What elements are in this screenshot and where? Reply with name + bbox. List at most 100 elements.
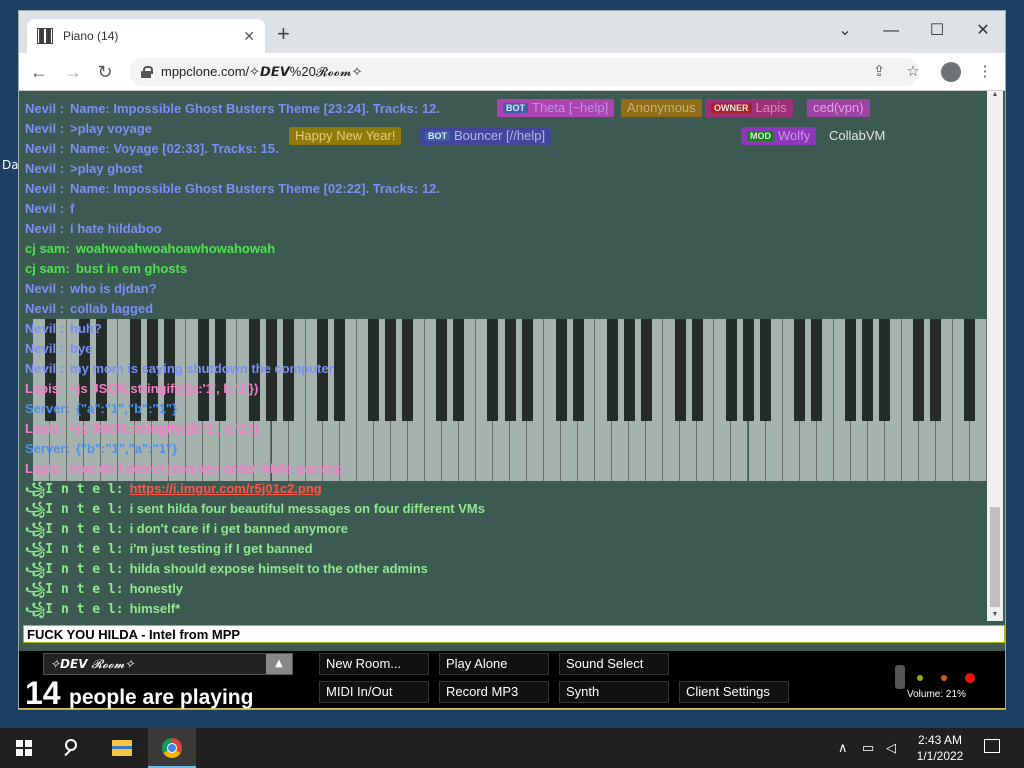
status-led-icon [965, 673, 975, 683]
chat-message: Nevil : collab lagged [25, 299, 985, 319]
address-bar[interactable]: mppclone.com/✧𝘿𝙀𝙑%20𝓡𝓸𝓸𝓶✧ [129, 58, 919, 86]
new-room-button[interactable]: New Room... [319, 653, 429, 675]
room-select[interactable]: ✧𝘿𝙀𝙑 𝓡𝓸𝓸𝓶✧ ▲ [43, 653, 293, 675]
chat-author: Nevil : [25, 321, 65, 336]
chat-author: Nevil : [25, 101, 65, 116]
chat-text: how do I detect json key order while par… [69, 461, 344, 476]
url-text: mppclone.com/✧𝘿𝙀𝙑%20𝓡𝓸𝓸𝓶✧ [161, 64, 363, 79]
chrome-icon[interactable] [148, 728, 196, 768]
room-select-arrow-icon[interactable]: ▲ [266, 654, 292, 674]
sound-select-button[interactable]: Sound Select [559, 653, 669, 675]
status-led-icon [917, 675, 923, 681]
bookmark-star-icon[interactable]: ☆ [903, 62, 923, 82]
chat-message: Nevil : who is djdan? [25, 279, 985, 299]
chat-message: ꧁I n t e l: i sent hilda four beautiful m… [25, 499, 985, 519]
chat-author: Lapis: [25, 421, 64, 436]
chat-message: ꧁I n t e l: i don't care if i get banned … [25, 519, 985, 539]
chat-text: >play voyage [70, 121, 153, 136]
chat-scrollbar[interactable]: ▲ ▼ [987, 91, 1003, 621]
chat-author: Nevil : [25, 341, 65, 356]
chat-author: Nevil : [25, 281, 65, 296]
chat-text: collab lagged [70, 301, 154, 316]
chat-text: hilda should expose himselt to the other… [129, 561, 428, 576]
tray-chevron-icon[interactable]: ∧ [838, 740, 848, 756]
play-alone-button[interactable]: Play Alone [439, 653, 549, 675]
scroll-thumb[interactable] [990, 507, 1000, 607]
chat-message: Nevil : >play voyage [25, 119, 985, 139]
chat-message: Nevil : my mom is saying shutdown the com… [25, 359, 985, 379]
network-icon[interactable]: ▭ [862, 740, 874, 756]
lock-icon [141, 66, 153, 78]
client-settings-button[interactable]: Client Settings [679, 681, 789, 703]
tab-close-icon[interactable]: ✕ [243, 28, 255, 45]
clock-time: 2:43 AM [917, 733, 963, 747]
chat-message: Nevil : i hate hildaboo [25, 219, 985, 239]
share-icon[interactable]: ⇪ [869, 62, 889, 82]
chat-message: Lapis: ~js JSON.stringify({a:'1', b:'1'}) [25, 379, 985, 399]
synth-button[interactable]: Synth [559, 681, 669, 703]
clock[interactable]: 2:43 AM 1/1/2022 [912, 732, 968, 764]
chat-author: Server: [25, 441, 70, 456]
chat-message: Nevil : bye [25, 339, 985, 359]
chat-text: Name: Impossible Ghost Busters Theme [23… [70, 101, 440, 116]
chat-author: Nevil : [25, 221, 65, 236]
new-tab-button[interactable]: + [277, 23, 290, 45]
desktop-icon-label: Da [2, 158, 19, 172]
windows-start-icon[interactable] [16, 740, 32, 756]
room-name: ✧𝘿𝙀𝙑 𝓡𝓸𝓸𝓶✧ [50, 657, 135, 671]
chat-text: my mom is saying shutdown the computer [70, 361, 334, 376]
search-icon[interactable] [48, 728, 96, 768]
browser-toolbar: ← → ↻ mppclone.com/✧𝘿𝙀𝙑%20𝓡𝓸𝓸𝓶✧ ⇪ ☆ ⋮ [19, 53, 1005, 91]
scroll-down-arrow-icon[interactable]: ▼ [987, 611, 1003, 618]
scroll-up-arrow-icon[interactable]: ▲ [987, 91, 1003, 98]
chat-text: f [70, 201, 75, 216]
chat-text: huh? [70, 321, 102, 336]
chat-author: ꧁I n t e l: [25, 562, 124, 577]
chat-author: Nevil : [25, 361, 65, 376]
back-button[interactable]: ← [27, 60, 51, 84]
maximize-button[interactable]: ☐ [917, 17, 957, 45]
notification-icon[interactable] [984, 739, 1000, 753]
clock-date: 1/1/2022 [916, 749, 964, 763]
volume-label: Volume: 21% [907, 689, 966, 700]
title-bar: Piano (14) ✕ + ⌄ — ☐ ✕ [19, 11, 1005, 53]
chat-text: i hate hildaboo [70, 221, 162, 236]
forward-button[interactable]: → [61, 60, 85, 84]
taskbar: ∧ ▭ ◁ 2:43 AM 1/1/2022 [0, 728, 1024, 768]
chat-author: Nevil : [25, 121, 65, 136]
chat-message: Nevil : Name: Voyage [02:33]. Tracks: 15. [25, 139, 985, 159]
minimize-button[interactable]: — [871, 17, 911, 45]
file-explorer-icon[interactable] [98, 728, 146, 768]
chat-message: Nevil : >play ghost [25, 159, 985, 179]
record-mp3-button[interactable]: Record MP3 [439, 681, 549, 703]
chat-message: ꧁I n t e l: honestly [25, 579, 985, 599]
chat-message: Nevil : huh? [25, 319, 985, 339]
profile-avatar[interactable] [941, 62, 961, 82]
chat-author: ꧁I n t e l: [25, 542, 124, 557]
midi-button[interactable]: MIDI In/Out [319, 681, 429, 703]
chat-text: himself* [129, 601, 181, 616]
chat-text: Name: Voyage [02:33]. Tracks: 15. [70, 141, 279, 156]
close-window-button[interactable]: ✕ [963, 17, 1003, 45]
chat-author: Lapis: [25, 381, 64, 396]
chat-message: ꧁I n t e l: hilda should expose himselt t… [25, 559, 985, 579]
tab-piano[interactable]: Piano (14) ✕ [27, 19, 265, 53]
menu-icon[interactable]: ⋮ [975, 62, 995, 82]
chat-author: cj sam: [25, 261, 70, 276]
chat-author: Lapis: [25, 461, 64, 476]
chat-author: Nevil : [25, 301, 65, 316]
chat-input[interactable] [23, 625, 1005, 643]
chat-text: i don't care if i get banned anymore [129, 521, 348, 536]
volume-knob[interactable] [895, 665, 905, 689]
chat-text: ~js JSON.stringify({b:'1', a:'1'}) [69, 421, 259, 436]
volume-muted-icon[interactable]: ◁ [886, 740, 896, 756]
chat-author: ꧁I n t e l: [25, 522, 124, 537]
tab-title: Piano (14) [63, 29, 119, 43]
chat-author: ꧁I n t e l: [25, 602, 124, 617]
chat-author: Server: [25, 401, 70, 416]
chat-link[interactable]: https://i.imgur.com/r5j01c2.png [130, 481, 322, 496]
chat-author: Nevil : [25, 181, 65, 196]
tab-search-button[interactable]: ⌄ [825, 17, 865, 45]
chat-text: {"a":"1","b":"1"} [75, 401, 178, 416]
reload-button[interactable]: ↻ [93, 60, 117, 84]
